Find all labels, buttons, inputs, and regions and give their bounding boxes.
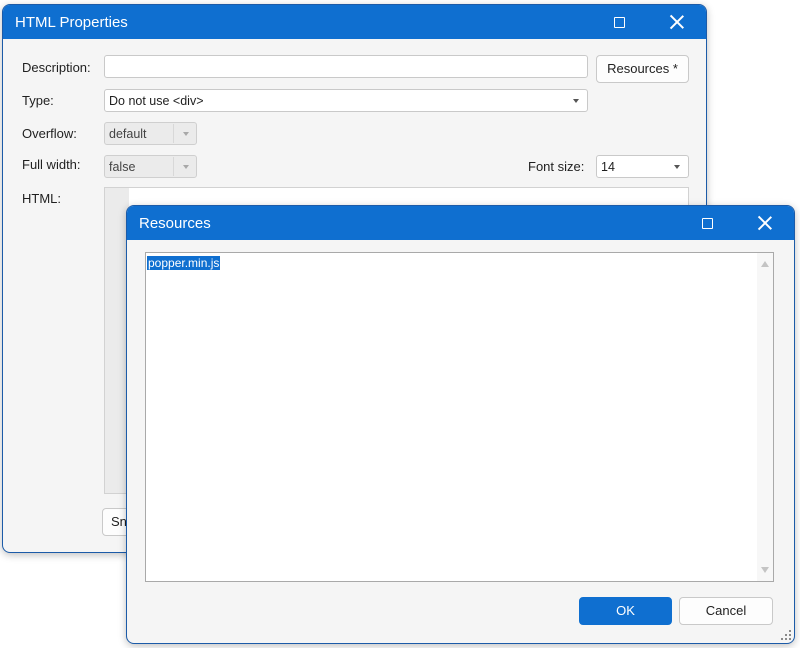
overflow-label: Overflow: (22, 126, 77, 141)
vertical-scrollbar[interactable] (757, 253, 773, 581)
close-icon (670, 15, 684, 29)
ok-button[interactable]: OK (579, 597, 672, 625)
maximize-button[interactable] (687, 206, 727, 240)
type-label: Type: (22, 93, 54, 108)
overflow-select[interactable]: default (104, 122, 197, 145)
html-label: HTML: (22, 191, 61, 206)
full-width-select[interactable]: false (104, 155, 197, 178)
maximize-button[interactable] (599, 5, 639, 39)
overflow-select-value: default (109, 127, 147, 141)
full-width-select-value: false (109, 160, 136, 174)
cancel-button[interactable]: Cancel (679, 597, 773, 625)
resources-list[interactable]: popper.min.js (145, 252, 774, 582)
full-width-label: Full width: (22, 157, 81, 172)
resource-item-selected[interactable]: popper.min.js (147, 256, 221, 270)
resources-dialog: Resources popper.min.js OK Cancel (126, 205, 795, 644)
description-label: Description: (22, 60, 91, 75)
chevron-down-icon (573, 99, 579, 103)
chevron-down-icon (183, 132, 189, 136)
scroll-down-icon[interactable] (761, 567, 769, 573)
resources-titlebar[interactable]: Resources (127, 206, 794, 240)
scroll-up-icon[interactable] (761, 261, 769, 267)
select-separator (173, 124, 174, 143)
resize-grip-icon[interactable] (781, 630, 791, 640)
resources-button[interactable]: Resources * (596, 55, 689, 83)
window-title: HTML Properties (15, 14, 128, 31)
font-size-select-value: 14 (601, 160, 615, 174)
font-size-select[interactable]: 14 (596, 155, 689, 178)
type-select-value: Do not use <div> (109, 94, 204, 108)
close-icon (758, 216, 772, 230)
maximize-icon (701, 217, 713, 229)
description-input[interactable] (104, 55, 588, 78)
chevron-down-icon (183, 165, 189, 169)
select-separator (173, 157, 174, 176)
close-button[interactable] (745, 206, 785, 240)
type-select[interactable]: Do not use <div> (104, 89, 588, 112)
html-properties-titlebar[interactable]: HTML Properties (3, 5, 706, 39)
maximize-icon (613, 16, 625, 28)
font-size-label: Font size: (528, 159, 585, 174)
close-button[interactable] (657, 5, 697, 39)
chevron-down-icon (674, 165, 680, 169)
dialog-title: Resources (139, 215, 211, 232)
